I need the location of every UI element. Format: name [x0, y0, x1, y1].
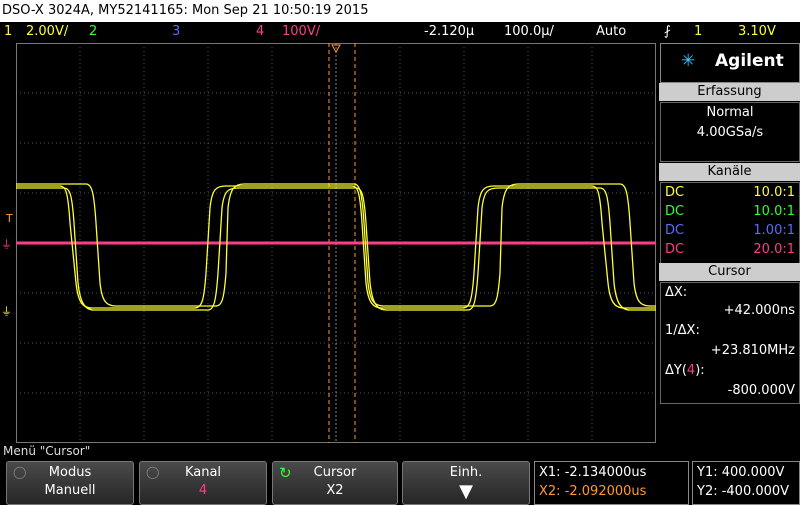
ch3-coupling: DC [665, 223, 685, 238]
waveform-display[interactable] [16, 43, 656, 443]
acquisition-mode: Normal [706, 105, 754, 120]
channel-status-bar: 1 2.00V/ 2 3 4 100V/ -2.120µ 100.0µ/ Aut… [0, 22, 800, 42]
window-title: DSO-X 3024A, MY52141165: Mon Sep 21 10:5… [2, 3, 369, 18]
down-arrow-icon: ▼ [459, 481, 473, 502]
x-cursor-readout: X1: -2.134000us X2: -2.092000us [534, 461, 689, 505]
mode-softkey[interactable]: ◯ Modus Manuell [6, 461, 134, 505]
ch4-ground-icon[interactable]: ⏚ [1, 236, 12, 252]
window-title-bar: DSO-X 3024A, MY52141165: Mon Sep 21 10:5… [0, 0, 800, 22]
cursor-readout-box[interactable]: ΔX: +42.000ns 1/ΔX: +23.810MHz ΔY(4): -8… [660, 282, 800, 404]
ch4-coupling: DC [665, 242, 685, 257]
trigger-edge-icon: ⨏ [664, 24, 671, 39]
ch1-ground-icon[interactable]: ⏚ [1, 303, 12, 319]
time-offset[interactable]: -2.120µ [424, 22, 474, 42]
brand-name: Agilent [715, 51, 784, 71]
x1-readout: X1: -2.134000us [539, 465, 647, 480]
channels-header: Kanäle [659, 163, 800, 181]
channel-softkey[interactable]: ◯ Kanal 4 [139, 461, 267, 505]
y-cursor-readout: Y1: 400.000V Y2: -400.000V [692, 461, 800, 505]
ch1-number[interactable]: 1 [4, 22, 12, 42]
channels-box[interactable]: DC 10.0:1 DC 10.0:1 DC 1.00:1 DC 20.0:1 [660, 182, 800, 264]
cursor-softkey[interactable]: ↻ Cursor X2 [272, 461, 398, 505]
ch1-probe: 10.0:1 [753, 185, 795, 200]
y2-readout: Y2: -400.000V [697, 484, 790, 499]
inv-delta-x-value: +23.810MHz [710, 343, 795, 358]
ch3-number[interactable]: 3 [172, 22, 180, 42]
menu-title: Menü "Cursor" [3, 444, 91, 458]
side-info-panel: ✳ Agilent Erfassung Normal 4.00GSa/s Kan… [659, 43, 800, 443]
y1-readout: Y1: 400.000V [697, 465, 785, 480]
agilent-logo-icon: ✳ [681, 51, 696, 71]
cursor-header: Cursor [659, 263, 800, 281]
acquisition-box[interactable]: Normal 4.00GSa/s [660, 102, 800, 162]
ch4-scale[interactable]: 100V/ [282, 22, 320, 42]
ch4-probe: 20.0:1 [753, 242, 795, 257]
delta-y-value: -800.000V [727, 383, 795, 398]
trigger-level-marker[interactable]: T [6, 212, 13, 225]
ch3-probe: 1.00:1 [753, 223, 795, 238]
delta-x-label: ΔX: [665, 285, 688, 300]
ch1-scale[interactable]: 2.00V/ [26, 22, 68, 42]
inv-delta-x-label: 1/ΔX: [665, 323, 700, 338]
units-softkey[interactable]: Einh. ▼ [402, 461, 530, 505]
delta-x-value: +42.000ns [723, 303, 795, 318]
ch1-coupling: DC [665, 185, 685, 200]
trigger-level[interactable]: 3.10V [738, 22, 776, 42]
acquisition-header: Erfassung [659, 83, 800, 101]
ch2-coupling: DC [665, 204, 685, 219]
x2-readout: X2: -2.092000us [539, 484, 647, 499]
ch2-number[interactable]: 2 [89, 22, 97, 42]
brand-box: ✳ Agilent [660, 43, 800, 83]
trigger-channel[interactable]: 1 [694, 22, 702, 42]
menu-title-bar: Menü "Cursor" [0, 443, 800, 459]
sample-rate: 4.00GSa/s [696, 125, 764, 140]
ch4-number[interactable]: 4 [256, 22, 264, 42]
trigger-mode[interactable]: Auto [596, 22, 626, 42]
time-scale[interactable]: 100.0µ/ [504, 22, 554, 42]
ch2-probe: 10.0:1 [753, 204, 795, 219]
softkey-bar: ◯ Modus Manuell ◯ Kanal 4 ↻ Cursor X2 Ei… [0, 459, 800, 505]
delta-y-label: ΔY(4): [665, 363, 705, 378]
